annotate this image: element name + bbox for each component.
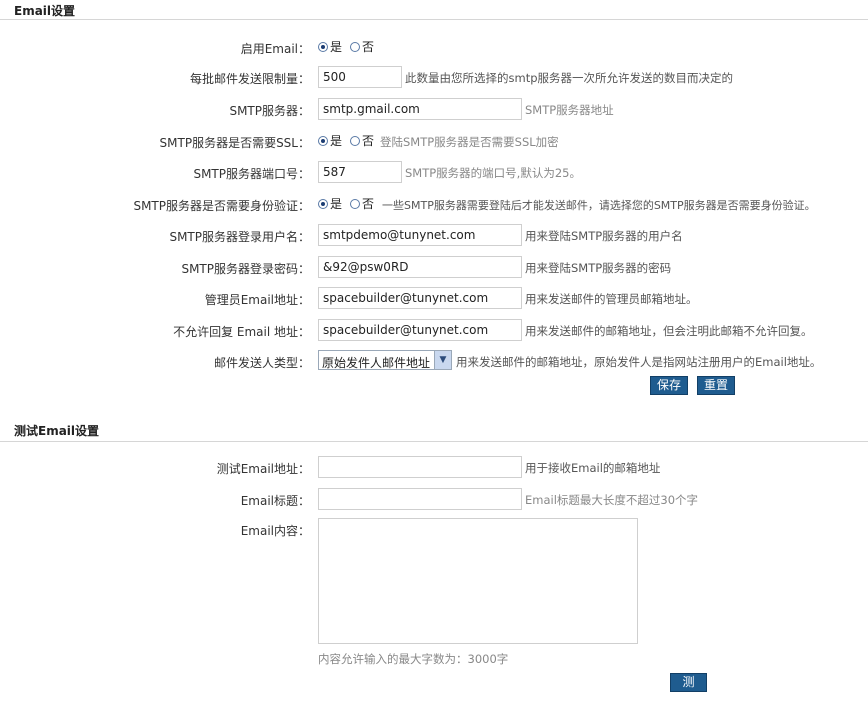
admin-email-label: 管理员Email地址： (204, 293, 310, 307)
sender-type-hint: 用来发送邮件的邮箱地址，原始发件人是指网站注册用户的Email地址。 (456, 355, 822, 369)
noreply-email-label: 不允许回复 Email 地址： (173, 325, 310, 339)
noreply-email-hint: 用来发送邮件的邮箱地址，但会注明此邮箱不允许回复。 (525, 324, 813, 338)
row-smtp-server: SMTP服务器： SMTP服务器地址 (0, 98, 868, 122)
save-button[interactable]: 保存 (650, 376, 688, 395)
row-password: SMTP服务器登录密码： 用来登陆SMTP服务器的密码 (0, 256, 868, 280)
smtp-server-hint: SMTP服务器地址 (525, 103, 614, 117)
section-title-email-settings: Email设置 (14, 4, 76, 18)
sender-type-label: 邮件发送人类型： (213, 356, 310, 370)
ssl-no-radio[interactable] (350, 135, 361, 146)
row-ssl: SMTP服务器是否需要SSL： 是否 登陆SMTP服务器是否需要SSL加密 (0, 130, 868, 154)
password-hint: 用来登陆SMTP服务器的密码 (525, 261, 672, 275)
ssl-hint: 登陆SMTP服务器是否需要SSL加密 (380, 135, 559, 149)
section-title-test-email: 测试Email设置 (14, 424, 100, 438)
enable-email-yes-radio[interactable] (318, 41, 328, 52)
sender-type-select[interactable]: 原始发件人邮件地址 ▼ (318, 350, 452, 370)
enable-email-no-radio[interactable] (350, 41, 361, 52)
section-divider (0, 441, 868, 442)
ssl-no-label[interactable]: 否 (362, 134, 374, 148)
sender-type-selected-value: 原始发件人邮件地址 (322, 356, 431, 370)
test-address-label: 测试Email地址： (216, 462, 310, 476)
noreply-email-input[interactable] (318, 319, 522, 341)
ssl-yes-label[interactable]: 是 (330, 134, 342, 148)
ssl-radio-group: 是否 (318, 132, 376, 149)
port-input[interactable] (318, 161, 402, 183)
test-address-hint: 用于接收Email的邮箱地址 (525, 461, 661, 475)
auth-yes-radio[interactable] (318, 198, 328, 209)
batch-limit-input[interactable] (318, 66, 402, 88)
auth-label: SMTP服务器是否需要身份验证： (133, 199, 310, 213)
smtp-server-label: SMTP服务器： (229, 104, 310, 118)
test-address-input[interactable] (318, 456, 522, 478)
chevron-down-icon[interactable]: ▼ (434, 351, 451, 369)
section-divider (0, 19, 868, 20)
batch-limit-label: 每批邮件发送限制量： (189, 72, 310, 86)
enable-email-label: 启用Email： (240, 42, 310, 56)
row-test-address: 测试Email地址： 用于接收Email的邮箱地址 (0, 456, 868, 480)
username-hint: 用来登陆SMTP服务器的用户名 (525, 229, 683, 243)
username-input[interactable] (318, 224, 522, 246)
port-label: SMTP服务器端口号： (193, 167, 310, 181)
test-button[interactable]: 测试 (670, 673, 707, 706)
auth-hint: 一些SMTP服务器需要登陆后才能发送邮件，请选择您的SMTP服务器是否需要身份验… (382, 199, 816, 212)
content-length-note: 内容允许输入的最大字数为：3000字 (318, 652, 509, 666)
enable-email-yes-label[interactable]: 是 (330, 40, 342, 54)
content-label: Email内容： (240, 524, 310, 538)
row-auth: SMTP服务器是否需要身份验证： 是否 一些SMTP服务器需要登陆后才能发送邮件… (0, 193, 868, 217)
subject-input[interactable] (318, 488, 522, 510)
row-content: Email内容： (0, 518, 868, 648)
password-label: SMTP服务器登录密码： (181, 262, 310, 276)
admin-email-input[interactable] (318, 287, 522, 309)
subject-hint: Email标题最大长度不超过30个字 (525, 493, 699, 507)
auth-yes-label[interactable]: 是 (330, 197, 342, 211)
enable-email-radio-group: 是否 (318, 38, 382, 55)
auth-radio-group: 是否 (318, 195, 376, 212)
content-textarea[interactable] (318, 518, 638, 644)
row-sender-type: 邮件发送人类型： 原始发件人邮件地址 ▼ 用来发送邮件的邮箱地址，原始发件人是指… (0, 350, 868, 374)
row-noreply-email: 不允许回复 Email 地址： 用来发送邮件的邮箱地址，但会注明此邮箱不允许回复… (0, 319, 868, 343)
auth-no-radio[interactable] (350, 198, 361, 209)
row-username: SMTP服务器登录用户名： 用来登陆SMTP服务器的用户名 (0, 224, 868, 248)
row-enable-email: 启用Email： 是否 (0, 36, 868, 60)
admin-email-hint: 用来发送邮件的管理员邮箱地址。 (525, 292, 698, 306)
auth-no-label[interactable]: 否 (362, 197, 374, 211)
ssl-yes-radio[interactable] (318, 135, 328, 146)
port-hint: SMTP服务器的端口号,默认为25。 (405, 166, 581, 180)
row-admin-email: 管理员Email地址： 用来发送邮件的管理员邮箱地址。 (0, 287, 868, 311)
password-input[interactable] (318, 256, 522, 278)
subject-label: Email标题： (240, 494, 310, 508)
reset-button[interactable]: 重置 (697, 376, 735, 395)
row-port: SMTP服务器端口号： SMTP服务器的端口号,默认为25。 (0, 161, 868, 185)
batch-limit-hint: 此数量由您所选择的smtp服务器一次所允许发送的数目而决定的 (405, 71, 733, 85)
ssl-label: SMTP服务器是否需要SSL： (159, 136, 310, 150)
row-subject: Email标题： Email标题最大长度不超过30个字 (0, 488, 868, 512)
enable-email-no-label[interactable]: 否 (362, 40, 374, 54)
row-batch-limit: 每批邮件发送限制量： 此数量由您所选择的smtp服务器一次所允许发送的数目而决定… (0, 66, 868, 90)
smtp-server-input[interactable] (318, 98, 522, 120)
username-label: SMTP服务器登录用户名： (169, 230, 310, 244)
